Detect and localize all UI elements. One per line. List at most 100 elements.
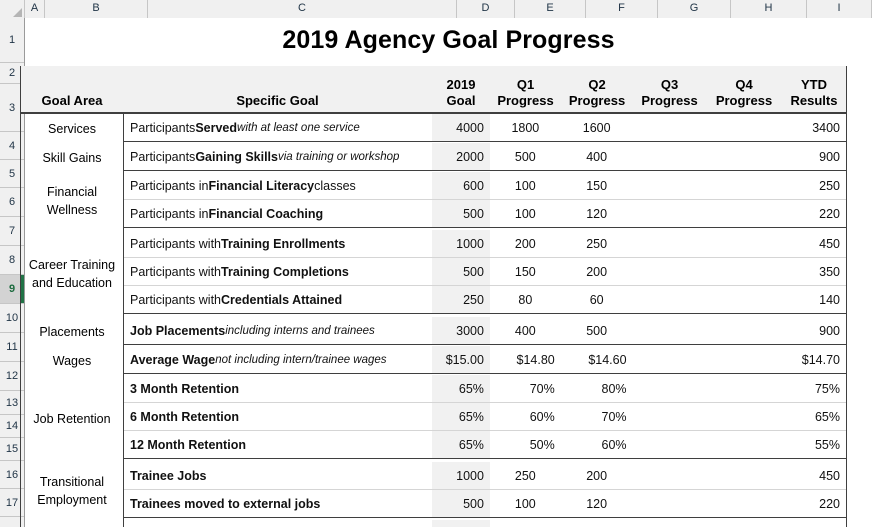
cell-q1-progress[interactable]: 70% <box>490 375 561 402</box>
cell-2019-goal[interactable]: 2000 <box>432 143 490 170</box>
cell-q2-progress[interactable]: 120 <box>561 490 633 517</box>
cell-2019-goal[interactable]: 65% <box>432 403 490 430</box>
cell-2019-goal[interactable]: 65% <box>432 431 490 458</box>
cell-q3-progress[interactable] <box>633 143 706 170</box>
column-header-h[interactable]: H <box>731 0 807 18</box>
cell-q3-progress[interactable] <box>633 520 706 527</box>
cell-q1-progress[interactable]: 60% <box>490 403 561 430</box>
specific-goal-cell[interactable]: Average Wage not including intern/traine… <box>124 346 432 373</box>
cell-q3-progress[interactable] <box>633 286 706 313</box>
specific-goal-cell[interactable]: Trainees moved to external jobs <box>124 490 432 517</box>
cell-q1-progress[interactable]: 100 <box>490 200 561 227</box>
cell-q1-progress[interactable]: $14.80 <box>490 346 561 373</box>
specific-goal-cell[interactable]: Participants with Credentials Attained <box>124 286 432 313</box>
cell-2019-goal[interactable]: 1000 <box>432 462 490 489</box>
cell-ytd-results[interactable]: 75% <box>781 375 846 402</box>
cell-q4-progress[interactable] <box>705 258 781 285</box>
cell-q2-progress[interactable]: 1600 <box>561 114 633 141</box>
goal-area-cell[interactable]: CommunityEngagement <box>21 520 124 527</box>
cell-q3-progress[interactable] <box>633 346 706 373</box>
specific-goal-cell[interactable]: Participants Gaining Skills via training… <box>124 143 432 170</box>
cell-ytd-results[interactable]: 350 <box>781 258 846 285</box>
cell-2019-goal[interactable]: $15.00 <box>432 346 490 373</box>
table-row[interactable]: Trainee Jobs 1000 250 200 450 <box>124 462 846 490</box>
table-row[interactable]: People engaged at community events, job … <box>124 520 846 527</box>
cell-ytd-results[interactable]: 55% <box>781 431 846 458</box>
cell-2019-goal[interactable]: 500 <box>432 258 490 285</box>
cell-2019-goal[interactable]: 1000 <box>432 230 490 257</box>
cell-ytd-results[interactable]: $14.70 <box>781 346 846 373</box>
cell-q2-progress[interactable]: 70% <box>561 403 633 430</box>
table-row[interactable]: Trainees moved to external jobs 500 100 120… <box>124 490 846 518</box>
table-row[interactable]: Participants Gaining Skills via training… <box>124 143 846 171</box>
cell-q1-progress[interactable]: 80 <box>490 286 561 313</box>
cell-q3-progress[interactable] <box>633 490 706 517</box>
cell-q1-progress[interactable]: 400 <box>490 317 561 344</box>
cell-ytd-results[interactable]: 450 <box>781 230 846 257</box>
table-row[interactable]: Participants with Training Enrollments 10… <box>124 230 846 258</box>
cell-q2-progress[interactable]: 200 <box>561 258 633 285</box>
table-row[interactable]: 12 Month Retention 65% 50% 60% 55% <box>124 431 846 459</box>
cell-q3-progress[interactable] <box>633 172 706 199</box>
cell-q3-progress[interactable] <box>633 375 706 402</box>
specific-goal-cell[interactable]: 6 Month Retention <box>124 403 432 430</box>
cell-ytd-results[interactable]: 900 <box>781 317 846 344</box>
cell-ytd-results[interactable]: 220 <box>781 200 846 227</box>
cell-2019-goal[interactable]: 500 <box>432 200 490 227</box>
specific-goal-cell[interactable]: Trainee Jobs <box>124 462 432 489</box>
table-row[interactable]: Participants in Financial Coaching 500 100… <box>124 200 846 228</box>
specific-goal-cell[interactable]: 12 Month Retention <box>124 431 432 458</box>
cell-2019-goal[interactable]: 500 <box>432 490 490 517</box>
cell-ytd-results[interactable]: 250 <box>781 172 846 199</box>
cell-q4-progress[interactable] <box>705 143 781 170</box>
table-row[interactable]: Participants with Training Completions 50… <box>124 258 846 286</box>
cell-q1-progress[interactable]: 50% <box>490 431 561 458</box>
goal-area-cell[interactable]: Job Retention <box>21 375 124 462</box>
table-row[interactable]: Participants with Credentials Attained 25… <box>124 286 846 314</box>
cell-q3-progress[interactable] <box>633 317 706 344</box>
cell-q4-progress[interactable] <box>705 375 781 402</box>
goal-area-cell[interactable]: Career Training and Education <box>21 230 124 317</box>
goal-area-cell[interactable]: Wages <box>21 346 124 375</box>
cell-q4-progress[interactable] <box>705 490 781 517</box>
cell-q3-progress[interactable] <box>633 431 706 458</box>
cell-q3-progress[interactable] <box>633 258 706 285</box>
cell-q2-progress[interactable]: 80% <box>561 375 633 402</box>
cell-q4-progress[interactable] <box>705 172 781 199</box>
cell-ytd-results[interactable]: 450 <box>781 462 846 489</box>
cell-q2-progress[interactable]: 60 <box>561 286 633 313</box>
cell-q2-progress[interactable]: 500 <box>561 317 633 344</box>
column-header-a[interactable]: A <box>25 0 45 18</box>
cell-2019-goal[interactable]: 4000 <box>432 114 490 141</box>
cell-q4-progress[interactable] <box>705 431 781 458</box>
column-header-f[interactable]: F <box>586 0 658 18</box>
cell-ytd-results[interactable]: 65% <box>781 403 846 430</box>
cell-q2-progress[interactable]: $14.60 <box>561 346 633 373</box>
specific-goal-cell[interactable]: 3 Month Retention <box>124 375 432 402</box>
specific-goal-cell[interactable]: Participants Served with at least one se… <box>124 114 432 141</box>
specific-goal-cell[interactable]: Job Placements including interns and tra… <box>124 317 432 344</box>
cell-q3-progress[interactable] <box>633 230 706 257</box>
cell-q4-progress[interactable] <box>705 403 781 430</box>
table-row[interactable]: Participants Served with at least one se… <box>124 114 846 142</box>
specific-goal-cell[interactable]: Participants with Training Completions <box>124 258 432 285</box>
table-row[interactable]: 3 Month Retention 65% 70% 80% 75% <box>124 375 846 403</box>
cell-ytd-results[interactable]: 3400 <box>781 114 846 141</box>
cell-q2-progress[interactable]: 60% <box>561 431 633 458</box>
cell-2019-goal[interactable]: 3000 <box>432 317 490 344</box>
cell-2019-goal[interactable]: 65% <box>432 375 490 402</box>
cell-2019-goal[interactable]: 600 <box>432 172 490 199</box>
specific-goal-cell[interactable]: Participants with Training Enrollments <box>124 230 432 257</box>
cell-q2-progress[interactable]: 250 <box>561 230 633 257</box>
column-header-c[interactable]: C <box>148 0 457 18</box>
cell-q1-progress[interactable]: 100 <box>490 490 561 517</box>
cell-2019-goal[interactable]: 250 <box>432 286 490 313</box>
cell-q4-progress[interactable] <box>705 346 781 373</box>
cell-q4-progress[interactable] <box>705 230 781 257</box>
specific-goal-cell[interactable]: People engaged at community events, job … <box>124 520 432 527</box>
cell-ytd-results[interactable]: 140 <box>781 286 846 313</box>
cell-q1-progress[interactable]: 200 <box>490 230 561 257</box>
cell-q3-progress[interactable] <box>633 200 706 227</box>
column-header-b[interactable]: B <box>45 0 148 18</box>
cell-2019-goal[interactable]: --- <box>432 520 490 527</box>
